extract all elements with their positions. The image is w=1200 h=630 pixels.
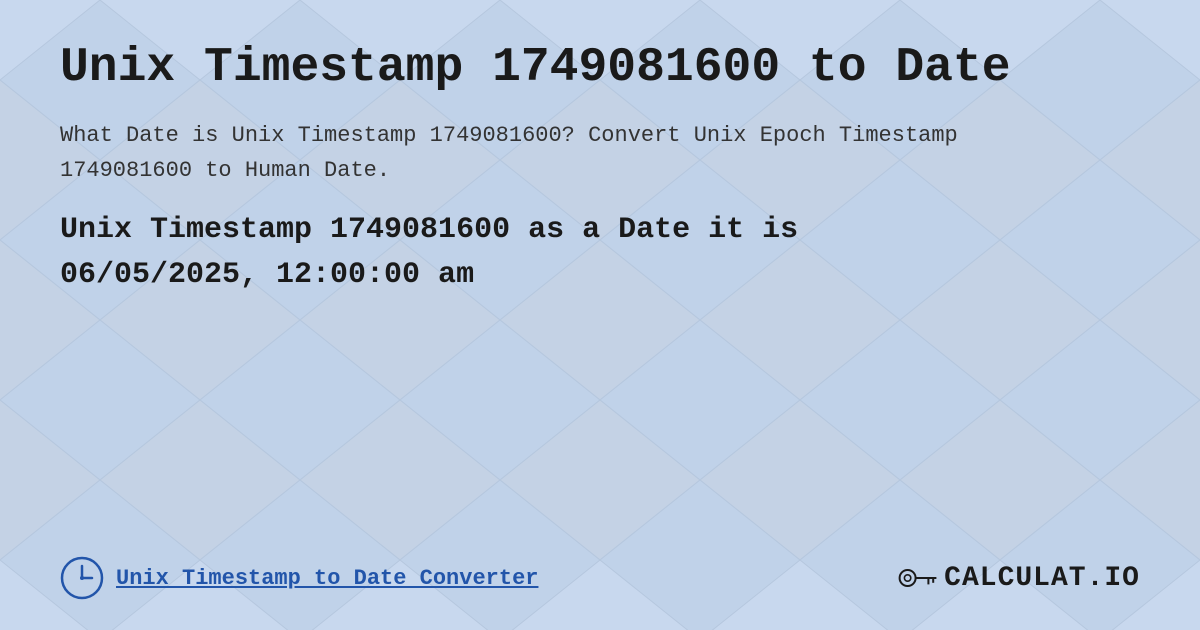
result-line1: Unix Timestamp 1749081600 as a Date it i…: [60, 213, 798, 247]
page-title: Unix Timestamp 1749081600 to Date: [60, 40, 1140, 98]
logo-icon: [898, 562, 938, 594]
description-text: What Date is Unix Timestamp 1749081600? …: [60, 118, 960, 188]
footer-left: Unix Timestamp to Date Converter: [60, 556, 538, 600]
result-line2: 06/05/2025, 12:00:00 am: [60, 258, 474, 292]
footer-link[interactable]: Unix Timestamp to Date Converter: [116, 566, 538, 591]
result-text: Unix Timestamp 1749081600 as a Date it i…: [60, 208, 1140, 298]
footer: Unix Timestamp to Date Converter CALCULA…: [60, 546, 1140, 600]
clock-icon: [60, 556, 104, 600]
result-section: Unix Timestamp 1749081600 as a Date it i…: [60, 208, 1140, 298]
logo-area: CALCULAT.IO: [898, 562, 1140, 594]
logo-text: CALCULAT.IO: [944, 563, 1140, 594]
